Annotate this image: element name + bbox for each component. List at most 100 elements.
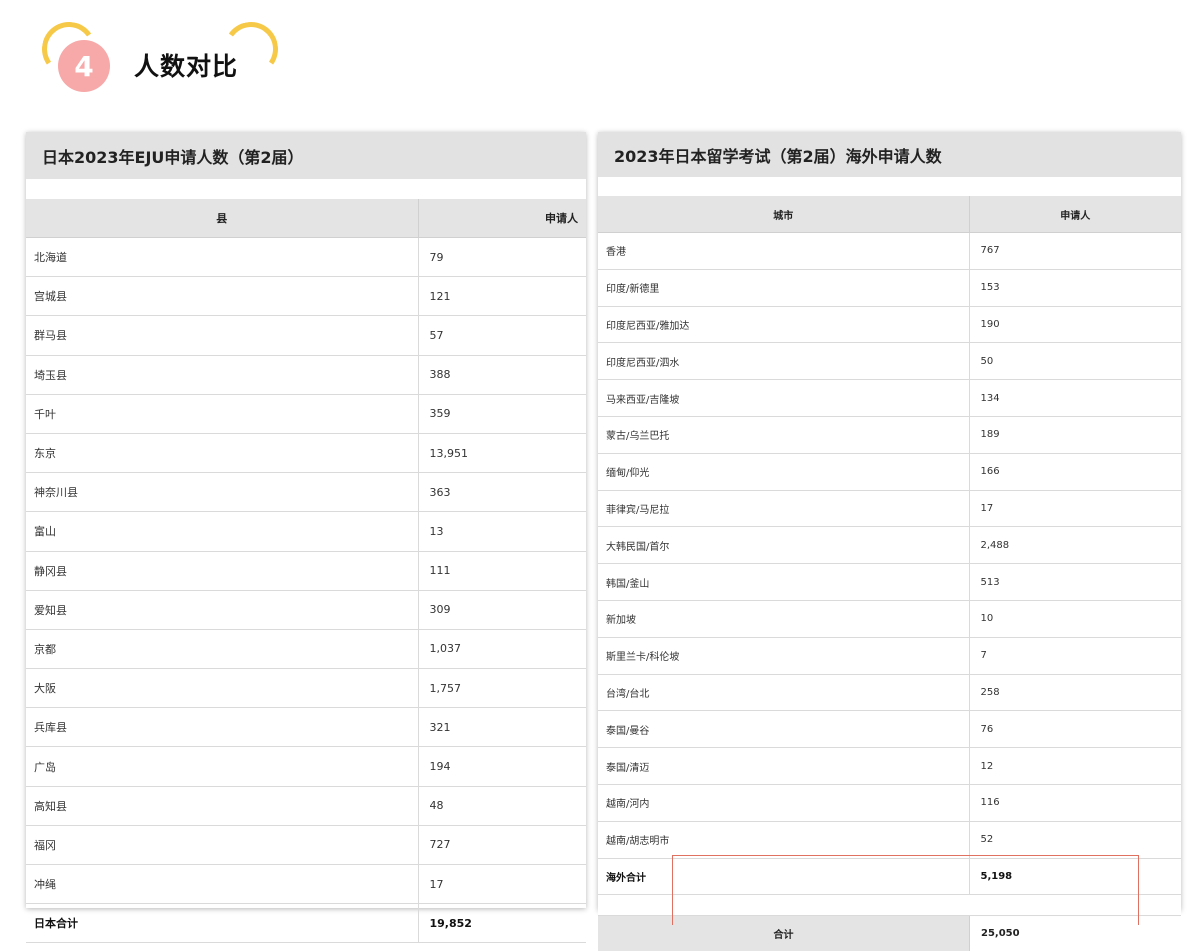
row-value: 17 xyxy=(418,864,586,905)
row-value: 388 xyxy=(418,355,586,395)
row-label: 神奈川县 xyxy=(26,472,419,513)
table-row: 菲律宾/马尼拉 17 xyxy=(598,490,1181,528)
table-header-row: 县 申请人 xyxy=(26,199,586,238)
table-row: 台湾/台北 258 xyxy=(598,674,1181,712)
row-label: 群马县 xyxy=(26,315,419,356)
row-value: 309 xyxy=(418,590,586,630)
row-label: 越南/河内 xyxy=(598,784,970,822)
row-value: 7 xyxy=(969,637,1181,675)
table-row: 斯里兰卡/科伦坡 7 xyxy=(598,637,1181,675)
total-label: 日本合计 xyxy=(26,903,419,944)
row-label: 马来西亚/吉隆坡 xyxy=(598,379,970,417)
overseas-table-title: 2023年日本留学考试（第2届）海外申请人数 xyxy=(598,132,1181,177)
table-row: 广岛 194 xyxy=(26,746,586,787)
table-row: 千叶 359 xyxy=(26,394,586,434)
row-value: 121 xyxy=(418,276,586,317)
row-label: 韩国/釜山 xyxy=(598,563,970,601)
table-row: 富山 13 xyxy=(26,511,586,552)
row-value: 134 xyxy=(969,379,1181,417)
row-label: 印度尼西亚/雅加达 xyxy=(598,306,970,344)
row-label: 印度尼西亚/泗水 xyxy=(598,342,970,381)
table-row: 泰国/曼谷 76 xyxy=(598,710,1181,749)
japan-table-title: 日本2023年EJU申请人数（第2届） xyxy=(26,132,586,179)
row-label: 广岛 xyxy=(26,746,419,787)
row-value: 10 xyxy=(969,600,1181,638)
overseas-applicants-table-card: 2023年日本留学考试（第2届）海外申请人数 城市 申请人 香港 767 印度/新德… xyxy=(598,132,1181,951)
row-label: 爱知县 xyxy=(26,590,419,630)
row-value: 363 xyxy=(418,472,586,513)
row-value: 12 xyxy=(969,747,1181,785)
row-label: 冲绳 xyxy=(26,864,419,905)
table-row: 大韩民国/首尔 2,488 xyxy=(598,526,1181,565)
table-row: 泰国/清迈 12 xyxy=(598,747,1181,785)
row-value: 52 xyxy=(969,821,1181,859)
row-value: 50 xyxy=(969,342,1181,381)
grand-total-label: 合计 xyxy=(598,916,970,951)
row-value: 76 xyxy=(969,710,1181,749)
table-row: 印度尼西亚/泗水 50 xyxy=(598,342,1181,381)
row-label: 千叶 xyxy=(26,394,419,434)
row-label: 京都 xyxy=(26,629,419,670)
grand-total-row: 合计 25,050 xyxy=(598,916,1181,951)
japan-applicants-table: 县 申请人 北海道 79 宫城县 121 群马县 57 埼玉县 388 千叶 359 东京 13,95… xyxy=(26,199,586,944)
row-label: 静冈县 xyxy=(26,551,419,591)
row-value: 1,757 xyxy=(418,668,586,709)
table-row: 蒙古/乌兰巴托 189 xyxy=(598,416,1181,454)
row-value: 17 xyxy=(969,490,1181,528)
row-value: 116 xyxy=(969,784,1181,822)
table-row: 越南/胡志明市 52 xyxy=(598,821,1181,859)
table-header-row: 城市 申请人 xyxy=(598,196,1181,233)
column-header-applicants: 申请人 xyxy=(418,199,586,238)
row-label: 宫城县 xyxy=(26,276,419,317)
row-value: 48 xyxy=(418,786,586,826)
japan-applicants-table-card: 日本2023年EJU申请人数（第2届） 县 申请人 北海道 79 宫城县 121 群马县… xyxy=(26,132,586,944)
row-label: 北海道 xyxy=(26,237,419,278)
table-row: 新加坡 10 xyxy=(598,600,1181,638)
table-row: 马来西亚/吉隆坡 134 xyxy=(598,379,1181,417)
table-row: 高知县 48 xyxy=(26,786,586,826)
table-row: 韩国/釜山 513 xyxy=(598,563,1181,601)
row-value: 189 xyxy=(969,416,1181,454)
table-row: 宫城县 121 xyxy=(26,276,586,317)
row-label: 越南/胡志明市 xyxy=(598,821,970,859)
table-row: 越南/河内 116 xyxy=(598,784,1181,822)
table-row: 兵库县 321 xyxy=(26,707,586,748)
row-value: 111 xyxy=(418,551,586,591)
row-value: 57 xyxy=(418,315,586,356)
table-row: 神奈川县 363 xyxy=(26,472,586,513)
table-row: 福冈 727 xyxy=(26,825,586,866)
row-label: 泰国/清迈 xyxy=(598,747,970,785)
total-label: 海外合计 xyxy=(598,858,970,896)
row-value: 727 xyxy=(418,825,586,866)
table-row: 爱知县 309 xyxy=(26,590,586,630)
row-label: 大韩民国/首尔 xyxy=(598,526,970,565)
row-value: 153 xyxy=(969,269,1181,307)
row-value: 1,037 xyxy=(418,629,586,670)
table-row: 缅甸/仰光 166 xyxy=(598,453,1181,491)
row-label: 高知县 xyxy=(26,786,419,826)
total-row: 海外合计 5,198 xyxy=(598,858,1181,896)
row-label: 蒙古/乌兰巴托 xyxy=(598,416,970,454)
row-value: 321 xyxy=(418,707,586,748)
row-value: 13,951 xyxy=(418,433,586,474)
row-label: 泰国/曼谷 xyxy=(598,710,970,749)
total-value: 19,852 xyxy=(418,903,586,944)
row-value: 258 xyxy=(969,674,1181,712)
row-label: 菲律宾/马尼拉 xyxy=(598,490,970,528)
table-row: 东京 13,951 xyxy=(26,433,586,474)
grand-total-value: 25,050 xyxy=(981,928,1020,940)
row-value: 79 xyxy=(418,237,586,278)
row-label: 缅甸/仰光 xyxy=(598,453,970,491)
row-label: 台湾/台北 xyxy=(598,674,970,712)
row-label: 兵库县 xyxy=(26,707,419,748)
row-label: 埼玉县 xyxy=(26,355,419,395)
row-value: 767 xyxy=(969,232,1181,270)
row-label: 东京 xyxy=(26,433,419,474)
row-label: 斯里兰卡/科伦坡 xyxy=(598,637,970,675)
table-row: 埼玉县 388 xyxy=(26,355,586,395)
total-row: 日本合计 19,852 xyxy=(26,903,586,944)
total-value: 5,198 xyxy=(969,858,1181,896)
table-row: 大阪 1,757 xyxy=(26,668,586,709)
table-row: 冲绳 17 xyxy=(26,864,586,905)
row-label: 新加坡 xyxy=(598,600,970,638)
